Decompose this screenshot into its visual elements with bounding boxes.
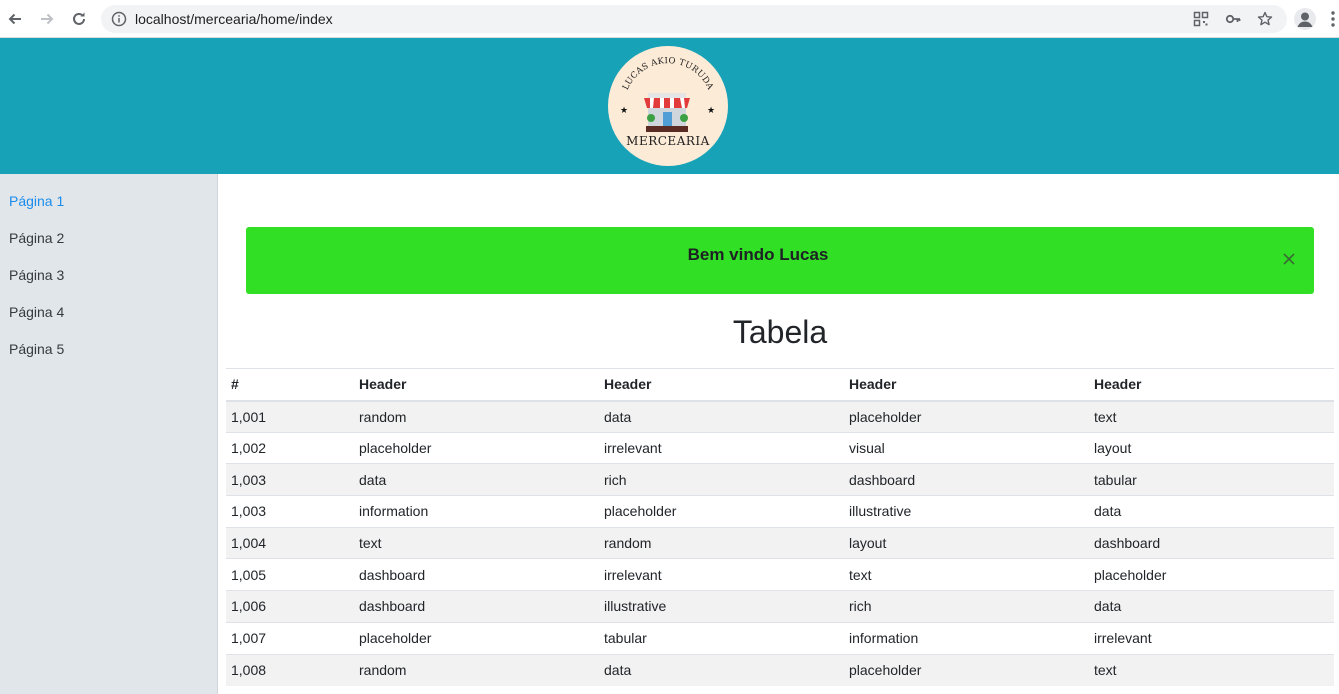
table-cell: layout: [844, 526, 1089, 559]
table-cell: text: [1089, 400, 1334, 433]
sidebar-item-pagina-2[interactable]: Página 2: [9, 230, 64, 246]
table-cell: rich: [844, 590, 1089, 623]
table-cell: visual: [844, 431, 1089, 464]
table-cell: 1,003: [226, 463, 354, 496]
table-cell: layout: [1089, 431, 1334, 464]
table-cell: information: [844, 621, 1089, 654]
close-button[interactable]: [1277, 247, 1301, 271]
table-cell: placeholder: [354, 431, 599, 464]
table-cell: irrelevant: [599, 558, 844, 591]
store-front-icon: ★ ★: [620, 93, 715, 132]
table-cell: dashboard: [354, 590, 599, 623]
table-cell: irrelevant: [1089, 621, 1334, 654]
table-cell: placeholder: [1089, 558, 1334, 591]
svg-text:★: ★: [707, 105, 715, 115]
table-cell: tabular: [599, 621, 844, 654]
sidebar-item-pagina-1[interactable]: Página 1: [9, 193, 64, 209]
welcome-alert: Bem vindo Lucas: [246, 227, 1314, 294]
url-text[interactable]: localhost/mercearia/home/index: [135, 11, 333, 27]
table-header-row: # Header Header Header Header: [226, 368, 1334, 402]
sidebar: Página 1 Página 2 Página 3 Página 4 Pági…: [0, 174, 218, 694]
table-cell: 1,007: [226, 621, 354, 654]
kebab-menu-icon[interactable]: [1330, 10, 1336, 28]
logo-store-name: MERCEARIA: [626, 134, 710, 148]
table-cell: 1,003: [226, 495, 354, 528]
svg-text:★: ★: [620, 105, 628, 115]
table-cell: random: [354, 653, 599, 686]
table-row: 1,003 data rich dashboard tabular: [226, 463, 1334, 496]
star-icon[interactable]: [1257, 11, 1273, 27]
table-cell: placeholder: [354, 621, 599, 654]
table-cell: 1,005: [226, 558, 354, 591]
table-cell: 1,008: [226, 653, 354, 686]
column-header: Header: [1089, 368, 1334, 402]
table-row: 1,008 random data placeholder text: [226, 653, 1334, 686]
table-cell: random: [354, 400, 599, 433]
page-title: Tabela: [732, 314, 828, 350]
table-cell: rich: [599, 463, 844, 496]
table-cell: data: [354, 463, 599, 496]
data-table: # Header Header Header Header 1,001 rand…: [226, 368, 1334, 686]
store-logo[interactable]: LUCAS AKIO TURUDA ★ ★ MERCEARIA: [608, 46, 728, 166]
header-banner: LUCAS AKIO TURUDA ★ ★ MERCEARIA: [0, 38, 1339, 174]
table-cell: tabular: [1089, 463, 1334, 496]
sidebar-item-pagina-4[interactable]: Página 4: [9, 304, 64, 320]
profile-icon[interactable]: [1294, 8, 1316, 30]
table-cell: random: [599, 526, 844, 559]
alert-message: Bem vindo Lucas: [687, 245, 829, 264]
table-row: 1,002 placeholder irrelevant visual layo…: [226, 431, 1334, 464]
table-cell: text: [1089, 653, 1334, 686]
table-row: 1,003 information placeholder illustrati…: [226, 495, 1334, 528]
table-row: 1,001 random data placeholder text: [226, 400, 1334, 433]
table-cell: dashboard: [354, 558, 599, 591]
table-cell: illustrative: [599, 590, 844, 623]
table-cell: dashboard: [844, 463, 1089, 496]
back-arrow-icon[interactable]: [5, 9, 25, 29]
forward-arrow-icon[interactable]: [37, 9, 57, 29]
table-cell: irrelevant: [599, 431, 844, 464]
table-row: 1,007 placeholder tabular information ir…: [226, 621, 1334, 654]
browser-toolbar: localhost/mercearia/home/index: [0, 0, 1339, 38]
table-cell: dashboard: [1089, 526, 1334, 559]
table-cell: data: [1089, 590, 1334, 623]
column-header: #: [226, 368, 354, 402]
table-cell: 1,001: [226, 400, 354, 433]
table-row: 1,005 dashboard irrelevant text placehol…: [226, 558, 1334, 591]
close-icon[interactable]: [1283, 253, 1295, 265]
table-cell: 1,004: [226, 526, 354, 559]
table-cell: information: [354, 495, 599, 528]
table-cell: placeholder: [844, 400, 1089, 433]
table-cell: text: [844, 558, 1089, 591]
address-bar[interactable]: localhost/mercearia/home/index: [101, 5, 1287, 33]
qr-code-icon[interactable]: [1193, 11, 1209, 27]
table-cell: data: [599, 653, 844, 686]
sidebar-item-pagina-3[interactable]: Página 3: [9, 267, 64, 283]
column-header: Header: [354, 368, 599, 402]
table-cell: 1,002: [226, 431, 354, 464]
column-header: Header: [599, 368, 844, 402]
table-row: 1,004 text random layout dashboard: [226, 526, 1334, 559]
info-icon[interactable]: [111, 11, 127, 27]
table-row: 1,006 dashboard illustrative rich data: [226, 590, 1334, 623]
key-icon[interactable]: [1225, 11, 1241, 27]
table-cell: placeholder: [844, 653, 1089, 686]
column-header: Header: [844, 368, 1089, 402]
sidebar-item-pagina-5[interactable]: Página 5: [9, 341, 64, 357]
table-cell: text: [354, 526, 599, 559]
table-cell: data: [1089, 495, 1334, 528]
table-cell: illustrative: [844, 495, 1089, 528]
table-cell: data: [599, 400, 844, 433]
table-cell: 1,006: [226, 590, 354, 623]
reload-icon[interactable]: [69, 9, 89, 29]
table-cell: placeholder: [599, 495, 844, 528]
